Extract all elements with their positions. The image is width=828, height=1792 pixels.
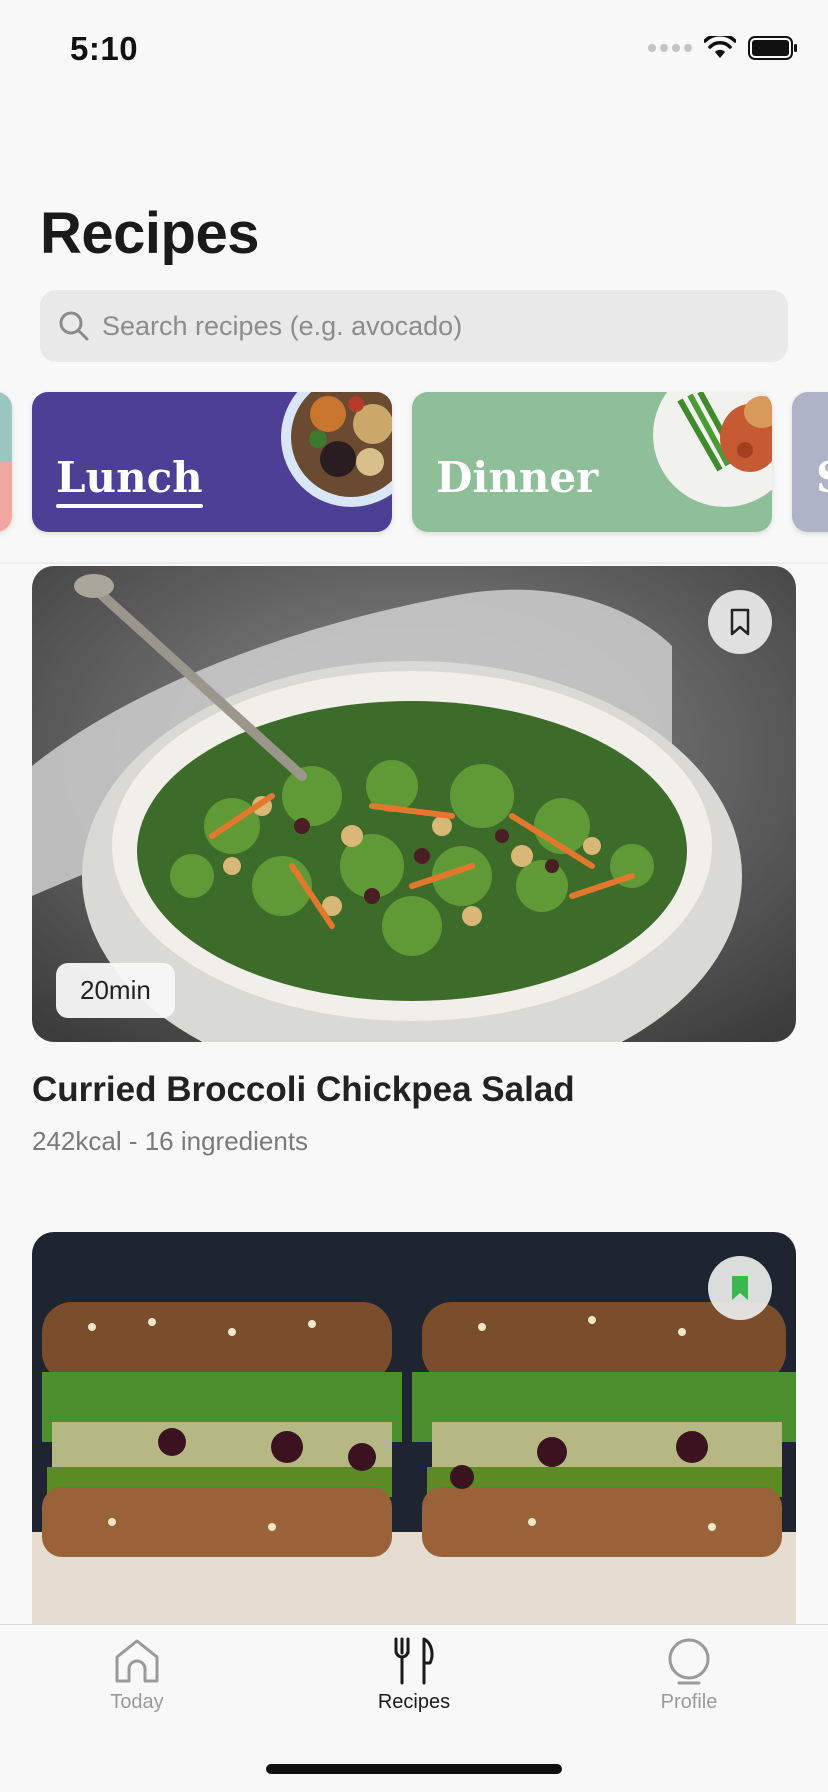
bookmark-filled-icon [732,1276,748,1300]
category-carousel[interactable]: Lunch Dinner S [0,392,828,532]
home-icon [115,1639,159,1683]
tab-label-recipes: Recipes [377,1691,451,1713]
category-card-previous[interactable] [0,392,12,532]
lunch-bowl-image [281,392,392,507]
bookmark-icon [730,608,750,636]
category-label-dinner: Dinner [436,453,599,502]
profile-icon [668,1638,710,1685]
category-card-lunch[interactable]: Lunch [32,392,392,532]
section-divider [0,562,828,564]
tab-recipes[interactable]: Recipes [334,1635,494,1714]
bookmark-button[interactable] [708,590,772,654]
tab-profile[interactable]: Profile [609,1635,769,1714]
battery-icon [748,36,797,60]
tab-label-profile: Profile [660,1691,718,1713]
dinner-plate-image [653,392,772,507]
cellular-signal-icon [648,44,692,52]
sandwich-photo [32,1232,796,1624]
search-bar[interactable] [40,290,788,362]
bookmark-button-saved[interactable] [708,1256,772,1320]
recipe-title[interactable]: Curried Broccoli Chickpea Salad [32,1070,575,1110]
cook-time-badge: 20min [56,963,175,1018]
category-label-lunch: Lunch [56,453,203,508]
tab-today[interactable]: Today [57,1635,217,1714]
wifi-icon [704,36,736,58]
fork-knife-icon [394,1637,434,1685]
recipe-card-image[interactable]: 20min [32,566,796,1042]
search-icon [54,306,94,346]
status-indicators [648,36,798,60]
status-time: 5:10 [70,30,139,67]
recipe-card-image[interactable] [32,1232,796,1624]
tab-label-today: Today [110,1691,164,1713]
category-label-next: S [816,453,828,502]
recipe-meta: 242kcal - 16 ingredients [32,1126,309,1156]
search-input[interactable] [102,310,742,342]
recipes-screen: 5:10 Recipes Search recipes (e.g. avocad… [0,0,828,1792]
category-card-next[interactable]: S [792,392,828,532]
home-indicator[interactable] [266,1764,562,1774]
category-card-dinner[interactable]: Dinner [412,392,772,532]
page-title: Recipes [40,201,259,266]
